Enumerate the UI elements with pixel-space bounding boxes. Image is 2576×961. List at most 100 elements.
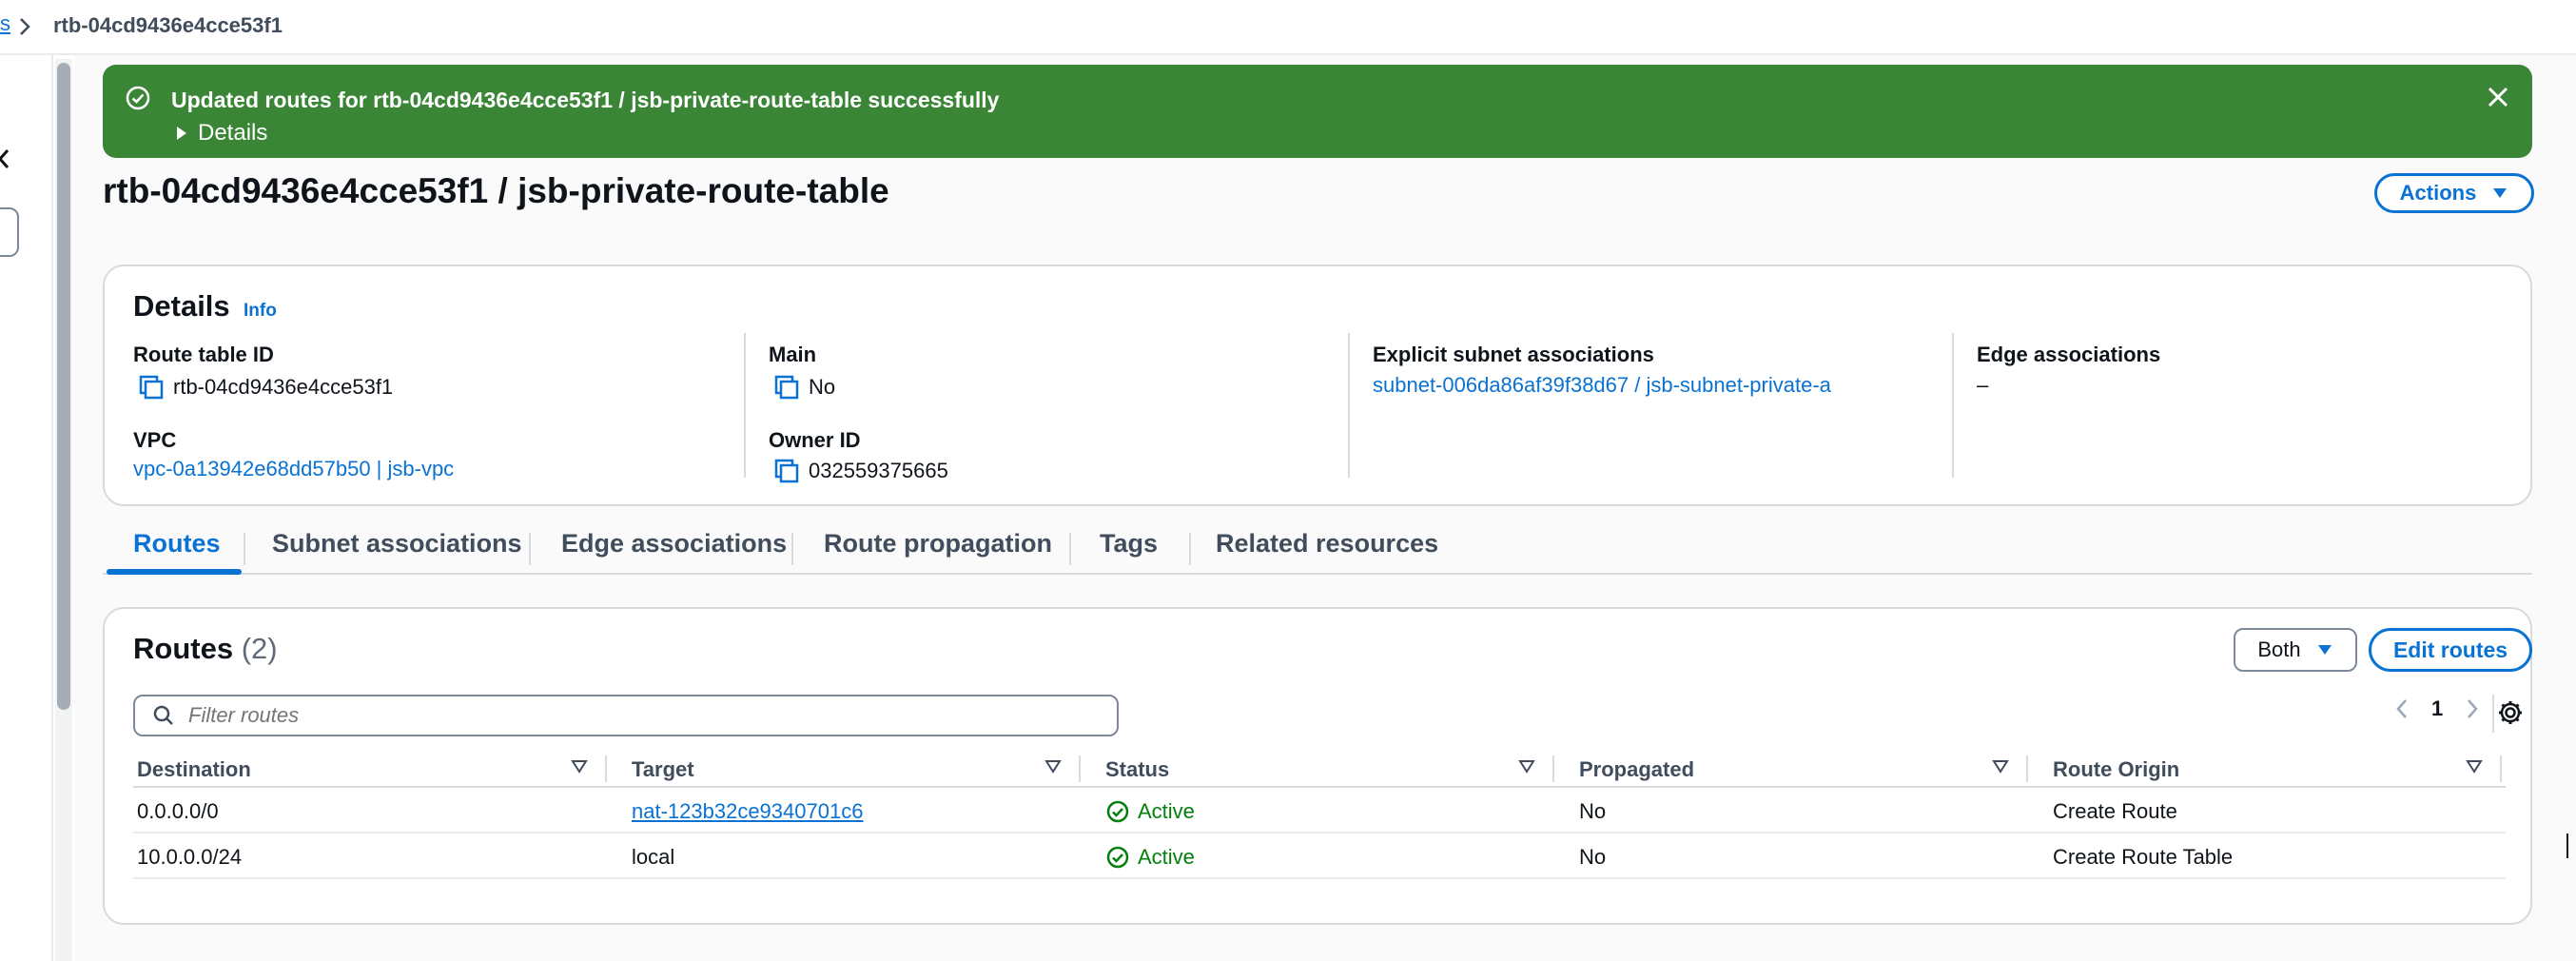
text-cursor xyxy=(2566,834,2568,858)
table-header: Destination Target Status Propagated Rou… xyxy=(133,750,2506,788)
routes-container: Routes (2) Both Edit routes 1 xyxy=(103,607,2532,925)
details-heading: Details xyxy=(133,289,230,323)
vpc-label: VPC xyxy=(133,428,177,452)
filter-routes-input[interactable] xyxy=(188,703,1044,728)
column-divider xyxy=(605,755,607,782)
side-navigation-rail xyxy=(0,55,53,961)
tab-divider xyxy=(791,533,793,565)
main-content: Updated routes for rtb-04cd9436e4cce53f1… xyxy=(74,55,2576,961)
gear-icon[interactable] xyxy=(2496,698,2525,727)
tab-divider xyxy=(244,533,245,565)
sort-caret-icon[interactable] xyxy=(1992,759,2009,775)
close-icon[interactable] xyxy=(0,147,15,173)
tab-routes[interactable]: Routes xyxy=(133,529,221,559)
breadcrumb-current: rtb-04cd9436e4cce53f1 xyxy=(53,13,283,37)
next-page-icon[interactable] xyxy=(2466,697,2479,720)
cell-destination: 0.0.0.0/0 xyxy=(137,799,219,823)
vpc-link[interactable]: vpc-0a13942e68dd57b50 | jsb-vpc xyxy=(133,457,454,481)
sort-caret-icon[interactable] xyxy=(1518,759,1535,775)
details-column-4: Edge associations – xyxy=(1952,333,2504,478)
status-text: Active xyxy=(1138,799,1195,823)
main-label: Main xyxy=(769,343,817,366)
tab-divider xyxy=(529,533,531,565)
search-icon xyxy=(152,704,175,727)
info-link[interactable]: Info xyxy=(244,301,277,322)
tab-divider xyxy=(1069,533,1071,565)
cell-destination: 10.0.0.0/24 xyxy=(137,845,243,869)
explicit-subnet-link[interactable]: subnet-006da86af39f38d67 / jsb-subnet-pr… xyxy=(1373,373,1831,398)
cell-propagated: No xyxy=(1579,845,1607,869)
cell-status: Active xyxy=(1105,799,1195,824)
cell-propagated: No xyxy=(1579,799,1607,823)
scrollbar-thumb[interactable] xyxy=(57,63,70,710)
sort-caret-icon[interactable] xyxy=(2466,759,2483,775)
active-tab-indicator xyxy=(107,569,242,575)
actions-button[interactable]: Actions xyxy=(2374,173,2534,213)
copy-icon[interactable] xyxy=(772,373,801,402)
breadcrumb: s rtb-04cd9436e4cce53f1 xyxy=(0,0,2576,55)
sort-caret-icon[interactable] xyxy=(1044,759,1062,775)
flash-details-label: Details xyxy=(198,120,268,146)
cell-status: Active xyxy=(1105,845,1195,870)
copy-icon[interactable] xyxy=(137,373,166,402)
details-column-3: Explicit subnet associations subnet-006d… xyxy=(1348,333,1919,478)
caret-down-icon xyxy=(2491,186,2508,200)
routes-heading-text: Routes xyxy=(133,632,234,665)
edit-routes-button[interactable]: Edit routes xyxy=(2369,628,2532,672)
edge-associations-value: – xyxy=(1977,373,1989,397)
tab-subnet-associations[interactable]: Subnet associations xyxy=(272,529,522,559)
tab-bar: Routes Subnet associations Edge associat… xyxy=(103,516,2532,575)
ip-version-value: Both xyxy=(2257,637,2301,661)
owner-id-label: Owner ID xyxy=(769,428,861,452)
table-row: 10.0.0.0/24 local Active No Create Route… xyxy=(133,834,2506,879)
column-divider xyxy=(1079,755,1081,782)
pager-divider xyxy=(2492,695,2494,733)
success-check-icon xyxy=(124,84,152,112)
pagination: 1 xyxy=(2395,696,2479,721)
dismiss-icon[interactable] xyxy=(2485,84,2511,110)
routes-heading: Routes (2) xyxy=(133,632,278,666)
target-link[interactable]: nat-123b32ce9340701c6 xyxy=(632,799,863,824)
sort-caret-icon[interactable] xyxy=(571,759,588,775)
flash-message: Updated routes for rtb-04cd9436e4cce53f1… xyxy=(171,88,1000,112)
success-flash-banner: Updated routes for rtb-04cd9436e4cce53f1… xyxy=(103,65,2532,158)
owner-id-text: 032559375665 xyxy=(809,459,948,482)
caret-down-icon xyxy=(2316,643,2333,657)
chevron-right-icon xyxy=(17,15,32,38)
page-title: rtb-04cd9436e4cce53f1 / jsb-private-rout… xyxy=(103,171,889,210)
edge-associations-label: Edge associations xyxy=(1977,343,2161,366)
owner-id-value: 032559375665 xyxy=(772,457,948,485)
details-column-1: Route table ID rtb-04cd9436e4cce53f1 VPC… xyxy=(133,333,704,481)
caret-right-icon xyxy=(175,125,188,142)
details-container: Details Info Route table ID rtb-04cd9436… xyxy=(103,265,2532,506)
tab-route-propagation[interactable]: Route propagation xyxy=(824,529,1052,559)
tab-tags[interactable]: Tags xyxy=(1100,529,1158,559)
column-divider xyxy=(2500,755,2502,782)
main-text: No xyxy=(809,375,836,399)
column-divider xyxy=(2026,755,2028,782)
table-row: 0.0.0.0/0 nat-123b32ce9340701c6 Active N… xyxy=(133,788,2506,834)
filter-routes-field[interactable] xyxy=(133,695,1119,736)
column-divider xyxy=(1552,755,1554,782)
previous-page-icon[interactable] xyxy=(2395,697,2409,720)
flash-details-toggle[interactable]: Details xyxy=(175,120,267,147)
ip-version-select[interactable]: Both xyxy=(2234,628,2357,672)
search-box-fragment[interactable] xyxy=(0,207,19,257)
copy-icon[interactable] xyxy=(772,457,801,485)
actions-label: Actions xyxy=(2399,181,2477,205)
tab-related-resources[interactable]: Related resources xyxy=(1216,529,1438,559)
status-check-icon xyxy=(1105,799,1130,824)
route-table-id-text: rtb-04cd9436e4cce53f1 xyxy=(173,375,394,399)
cell-route-origin: Create Route xyxy=(2053,799,2177,823)
tab-divider xyxy=(1189,533,1191,565)
page-number[interactable]: 1 xyxy=(2431,696,2443,721)
details-column-2: Main No Owner ID 032559375665 xyxy=(744,333,1315,483)
tab-edge-associations[interactable]: Edge associations xyxy=(561,529,787,559)
routes-count: (2) xyxy=(241,632,278,665)
cell-route-origin: Create Route Table xyxy=(2053,845,2234,869)
main-value: No xyxy=(772,373,835,402)
route-table-id-value: rtb-04cd9436e4cce53f1 xyxy=(137,373,393,402)
breadcrumb-parent-link[interactable]: s xyxy=(0,11,10,36)
explicit-subnet-label: Explicit subnet associations xyxy=(1373,343,1654,366)
status-check-icon xyxy=(1105,845,1130,870)
